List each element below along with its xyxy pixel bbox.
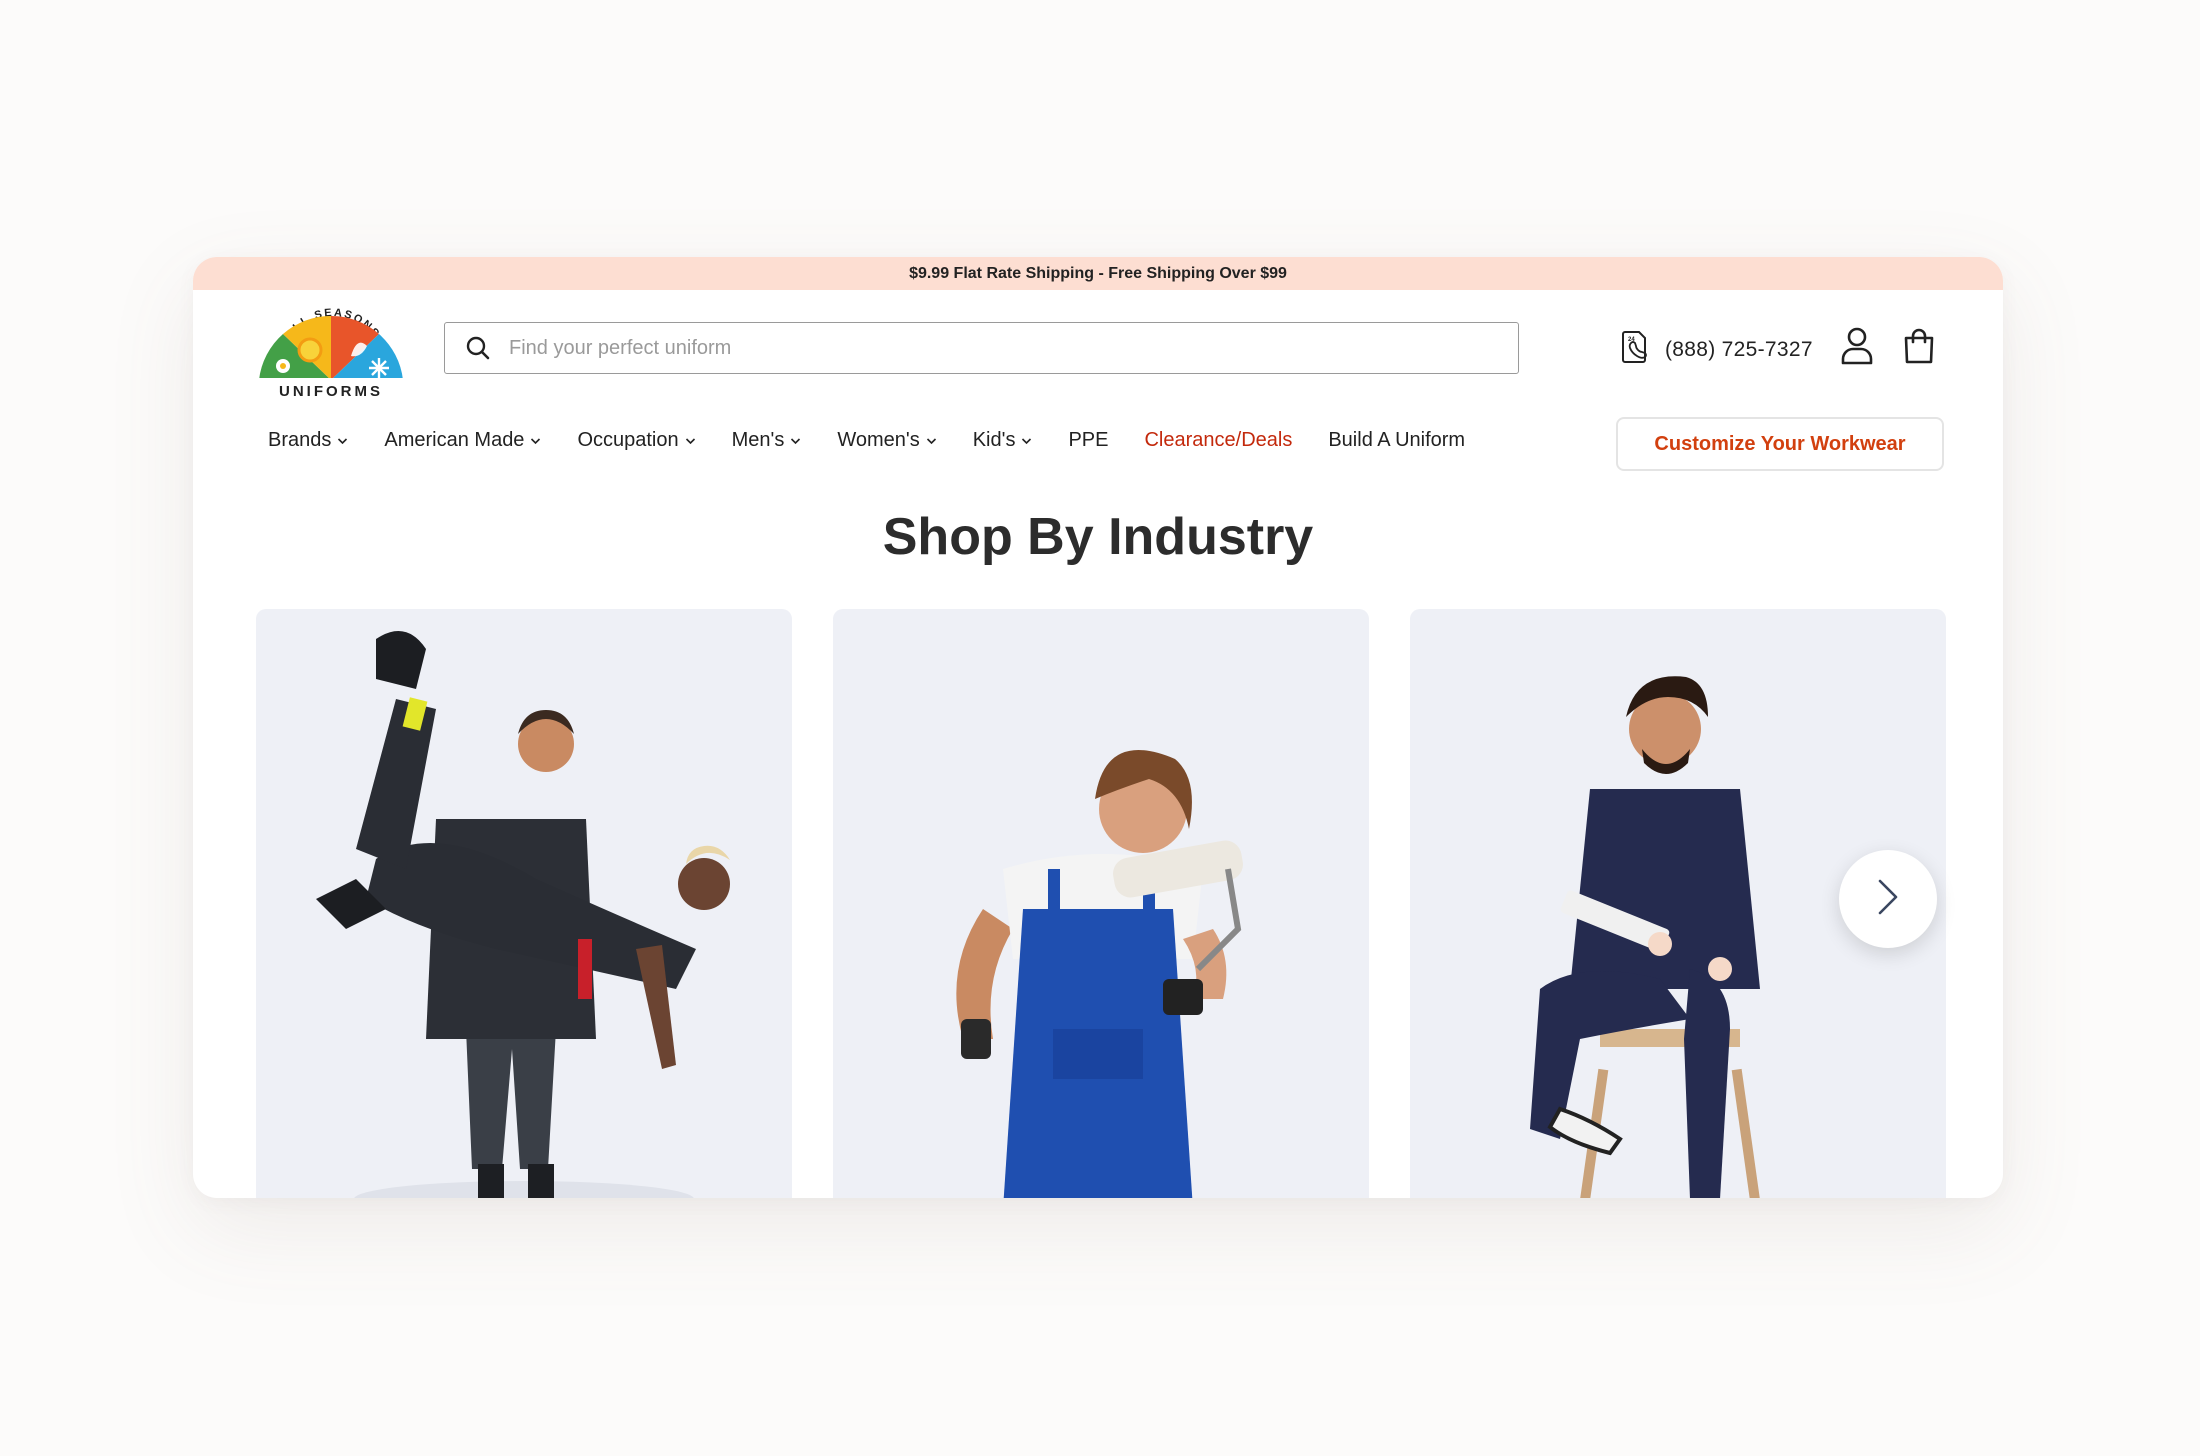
industry-tile-1[interactable]	[256, 609, 792, 1198]
chevron-down-icon	[530, 437, 541, 445]
shopping-bag-icon[interactable]	[1901, 327, 1937, 365]
section-title: Shop By Industry	[882, 508, 1314, 566]
nav-occupation[interactable]: Occupation	[577, 429, 695, 452]
nav-label: Brands	[268, 429, 332, 451]
chevron-down-icon	[926, 437, 937, 445]
nav-brands[interactable]: Brands	[268, 429, 348, 452]
carousel-next-button[interactable]	[1839, 850, 1937, 948]
nav-mens[interactable]: Men's	[732, 429, 802, 452]
search-input[interactable]	[507, 327, 1518, 369]
nav-kids[interactable]: Kid's	[973, 429, 1033, 452]
chevron-down-icon	[1021, 437, 1032, 445]
search-bar[interactable]	[444, 322, 1519, 374]
nav-label: Kid's	[972, 429, 1016, 451]
industry-tile-2[interactable]	[833, 609, 1369, 1198]
phone-icon: 24	[1619, 329, 1653, 370]
promo-text: $9.99 Flat Rate Shipping - Free Shipping…	[909, 264, 1287, 282]
nav-womens[interactable]: Women's	[837, 429, 936, 452]
customize-workwear-button[interactable]: Customize Your Workwear	[1616, 417, 1944, 471]
phone-contact[interactable]: 24 (888) 725-7327	[1619, 329, 1813, 370]
nav-label: Women's	[837, 429, 920, 451]
nav-build-a-uniform[interactable]: Build A Uniform	[1328, 429, 1465, 452]
nav-american-made[interactable]: American Made	[384, 429, 541, 452]
svg-text:24: 24	[1628, 337, 1635, 343]
promo-bar: $9.99 Flat Rate Shipping - Free Shipping…	[193, 257, 2003, 290]
site-logo[interactable]: ALL SEASONS UNIFORMS	[253, 300, 409, 400]
phone-number[interactable]: (888) 725-7327	[1665, 338, 1813, 362]
page-card: $9.99 Flat Rate Shipping - Free Shipping…	[193, 257, 2003, 1198]
chevron-down-icon	[685, 437, 696, 445]
logo-bottom-text: UNIFORMS	[279, 383, 383, 400]
nav-label: Occupation	[577, 429, 679, 451]
industry-image-2	[956, 750, 1243, 1198]
chevron-down-icon	[337, 437, 348, 445]
industry-image-1	[316, 631, 730, 1198]
nav-label: PPE	[1068, 429, 1109, 451]
user-icon[interactable]	[1839, 326, 1875, 366]
nav-label: Men's	[731, 429, 785, 451]
nav-label: Build A Uniform	[1328, 429, 1466, 451]
nav-label: American Made	[384, 429, 525, 451]
nav-clearance-deals[interactable]: Clearance/Deals	[1144, 429, 1292, 452]
nav-label: Clearance/Deals	[1144, 429, 1293, 451]
main-nav: Brands American Made Occupation Men's Wo…	[268, 429, 1501, 452]
search-icon[interactable]	[465, 335, 491, 361]
chevron-right-icon	[1876, 877, 1900, 922]
chevron-down-icon	[790, 437, 801, 445]
nav-ppe[interactable]: PPE	[1068, 429, 1108, 452]
